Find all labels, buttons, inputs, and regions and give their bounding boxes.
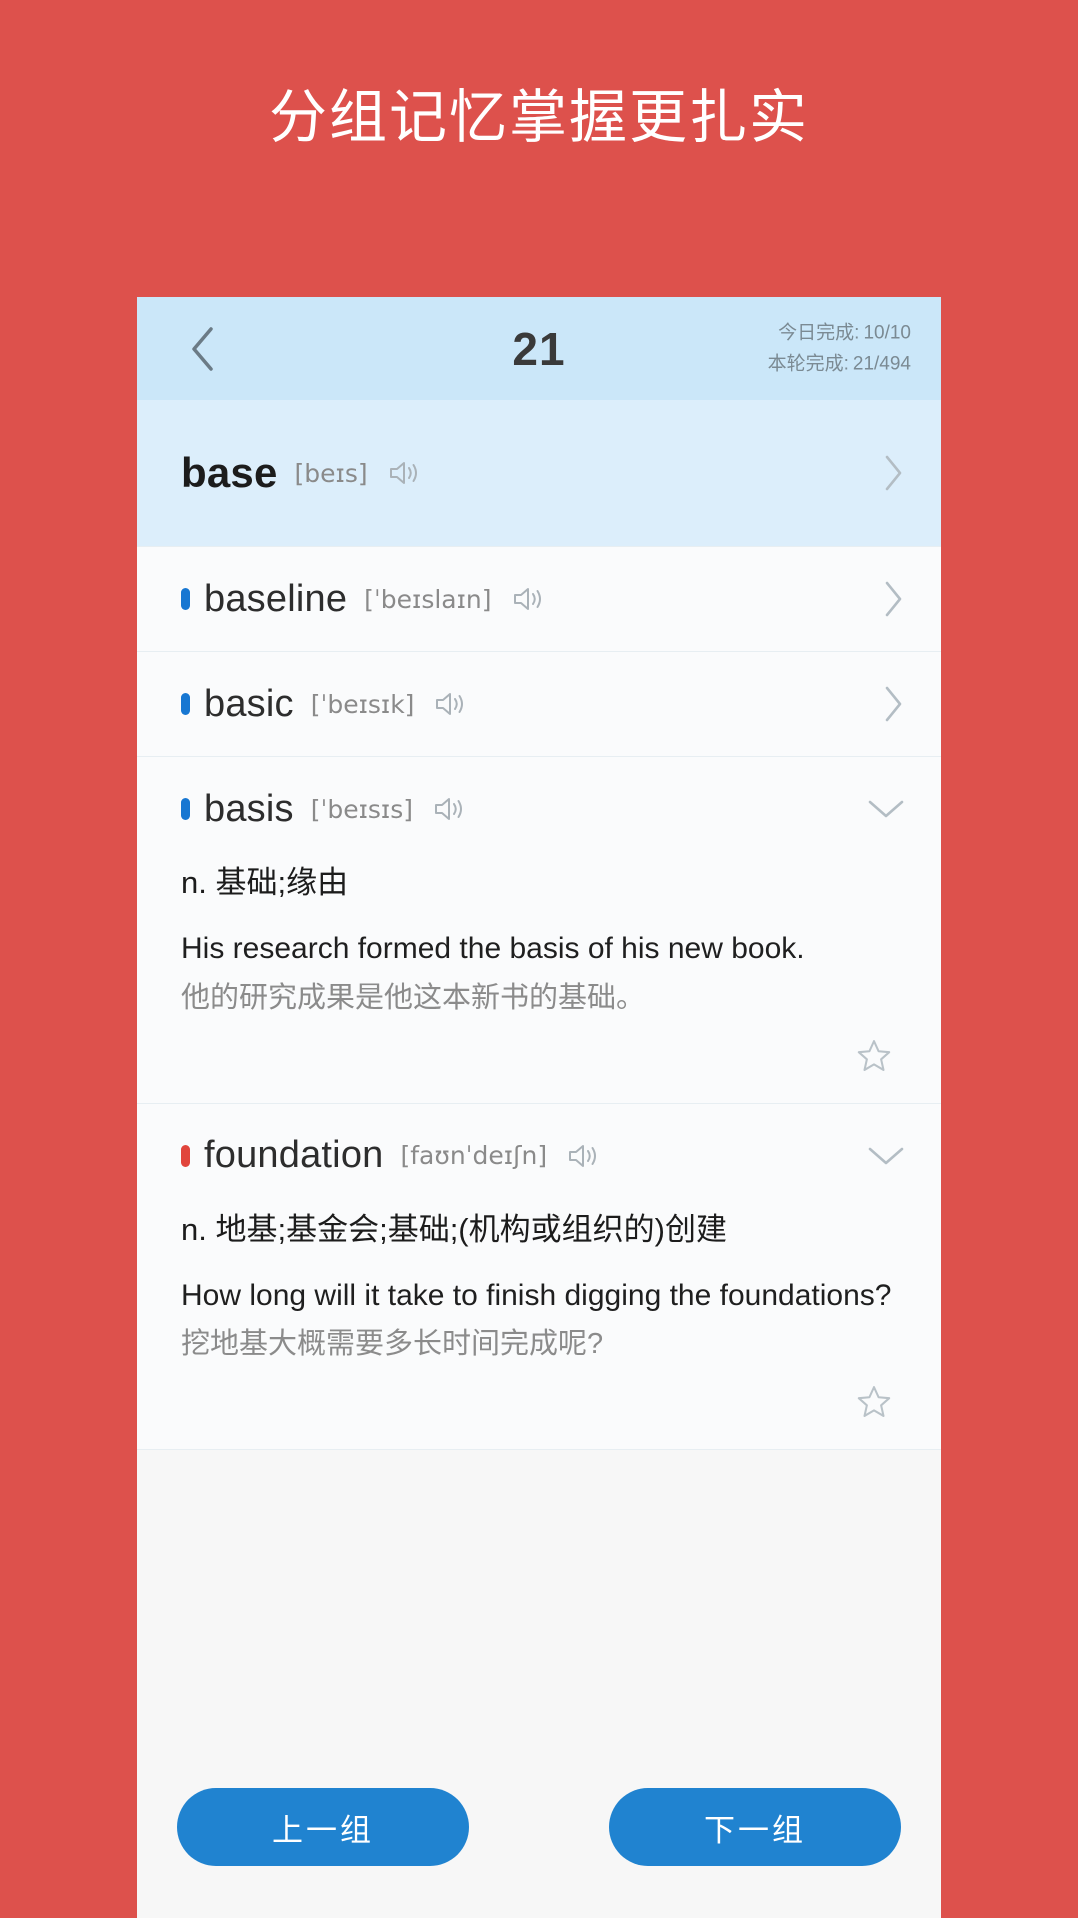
speaker-icon[interactable]	[433, 795, 465, 823]
word-row[interactable]: foundation [faʊnˈdeɪʃn]	[137, 1104, 941, 1208]
example-sentence-en: How long will it take to finish digging …	[181, 1278, 892, 1312]
definition: n. 基础;缘由	[181, 865, 349, 900]
bottom-buttons: 上一组 下一组	[137, 1788, 941, 1918]
word-text: base	[181, 449, 278, 496]
app-header: 21 今日完成: 10/10 本轮完成: 21/494	[137, 297, 941, 400]
speaker-icon[interactable]	[512, 585, 544, 613]
word-item-basis[interactable]: basis [ˈbeɪsɪs] n. 基础;缘由 His research fo…	[137, 757, 941, 1104]
app-screen: 21 今日完成:10/10 本轮完成:21/494 base [beɪs]	[137, 297, 941, 1918]
word-row[interactable]: base [beɪs]	[137, 400, 941, 546]
star-row	[181, 1365, 901, 1433]
word-item-base[interactable]: base [beɪs]	[137, 400, 941, 547]
chevron-right-icon[interactable]	[883, 454, 905, 492]
word-item-baseline[interactable]: baseline [ˈbeɪslaɪn]	[137, 547, 941, 652]
star-outline-icon[interactable]	[855, 1037, 893, 1075]
word-row[interactable]: baseline [ˈbeɪslaɪn]	[137, 547, 941, 651]
word-phonetic: [ˈbeɪslaɪn]	[364, 584, 492, 614]
word-row[interactable]: basic [ˈbeɪsɪk]	[137, 652, 941, 756]
chevron-right-icon[interactable]	[883, 685, 905, 723]
example-sentence-cn: 他的研究成果是他这本新书的基础。	[181, 981, 646, 1014]
chevron-down-icon[interactable]	[867, 797, 905, 821]
word-phonetic: [faʊnˈdeɪʃn]	[400, 1141, 548, 1171]
mark-dot	[181, 693, 190, 715]
word-list: base [beɪs] baseline [ˈbeɪslaɪn] basic […	[137, 400, 941, 1451]
mark-dot	[181, 798, 190, 820]
bottom-nav: 上一组 下一组	[137, 1788, 941, 1918]
word-text: basis	[204, 787, 294, 830]
stat-round-label: 本轮完成:	[767, 353, 849, 375]
speaker-icon[interactable]	[567, 1142, 599, 1170]
stat-today-value: 10/10	[863, 322, 911, 344]
example-sentence-cn: 挖地基大概需要多长时间完成呢?	[181, 1328, 604, 1361]
star-outline-icon[interactable]	[855, 1383, 893, 1421]
word-phonetic: [beɪs]	[294, 458, 368, 488]
example-sentence-en: His research formed the basis of his new…	[181, 931, 805, 965]
chevron-down-icon[interactable]	[867, 1144, 905, 1168]
definition: n. 地基;基金会;基础;(机构或组织的)创建	[181, 1211, 727, 1247]
word-text: basic	[204, 682, 294, 725]
word-item-foundation[interactable]: foundation [faʊnˈdeɪʃn] n. 地基;基金会;基础;(机构…	[137, 1103, 941, 1451]
chevron-right-icon[interactable]	[883, 580, 905, 618]
word-row[interactable]: basis [ˈbeɪsɪs]	[137, 757, 941, 861]
stat-today: 今日完成: 10/10	[768, 317, 911, 348]
star-row	[181, 1019, 901, 1087]
word-phonetic: [ˈbeɪsɪk]	[310, 689, 415, 719]
word-text: baseline	[204, 577, 348, 620]
mark-dot	[181, 588, 190, 610]
word-item-basic[interactable]: basic [ˈbeɪsɪk]	[137, 652, 941, 757]
page-title: 分组记忆掌握更扎实	[268, 85, 809, 150]
word-phonetic: [ˈbeɪsɪs]	[310, 794, 413, 824]
word-detail: n. 地基;基金会;基础;(机构或组织的)创建 How long will it…	[137, 1208, 941, 1450]
word-detail: n. 基础;缘由 His research formed the basis o…	[137, 861, 941, 1103]
speaker-icon[interactable]	[388, 459, 420, 487]
next-group-button[interactable]: 下一组	[609, 1788, 901, 1866]
stat-round-value: 21/494	[852, 353, 911, 375]
stat-round: 本轮完成: 21/494	[768, 349, 911, 380]
mark-dot	[181, 1144, 190, 1167]
header-stats: 今日完成: 10/10 本轮完成: 21/494	[768, 317, 911, 380]
word-text: foundation	[204, 1134, 384, 1177]
prev-group-button[interactable]: 上一组	[177, 1788, 469, 1866]
stat-today-label: 今日完成:	[778, 322, 860, 344]
speaker-icon[interactable]	[434, 690, 466, 718]
